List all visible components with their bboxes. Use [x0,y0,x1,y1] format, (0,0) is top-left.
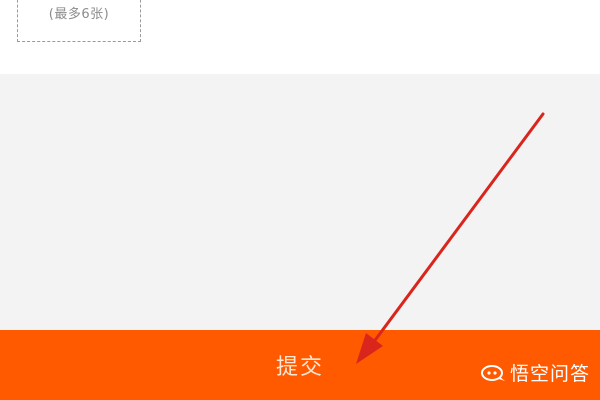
upload-section: (最多6张) [0,0,600,74]
submit-button-label: 提交 [275,355,324,380]
empty-content-area [0,74,600,330]
watermark-text: 悟空问答 [509,363,590,385]
screen: (最多6张) 提交 悟空问答 [0,0,600,400]
image-upload-box[interactable]: (最多6张) [17,0,141,42]
watermark: 悟空问答 [480,359,590,386]
speech-bubble-icon [480,364,505,381]
upload-limit-hint: (最多6张) [48,7,110,22]
